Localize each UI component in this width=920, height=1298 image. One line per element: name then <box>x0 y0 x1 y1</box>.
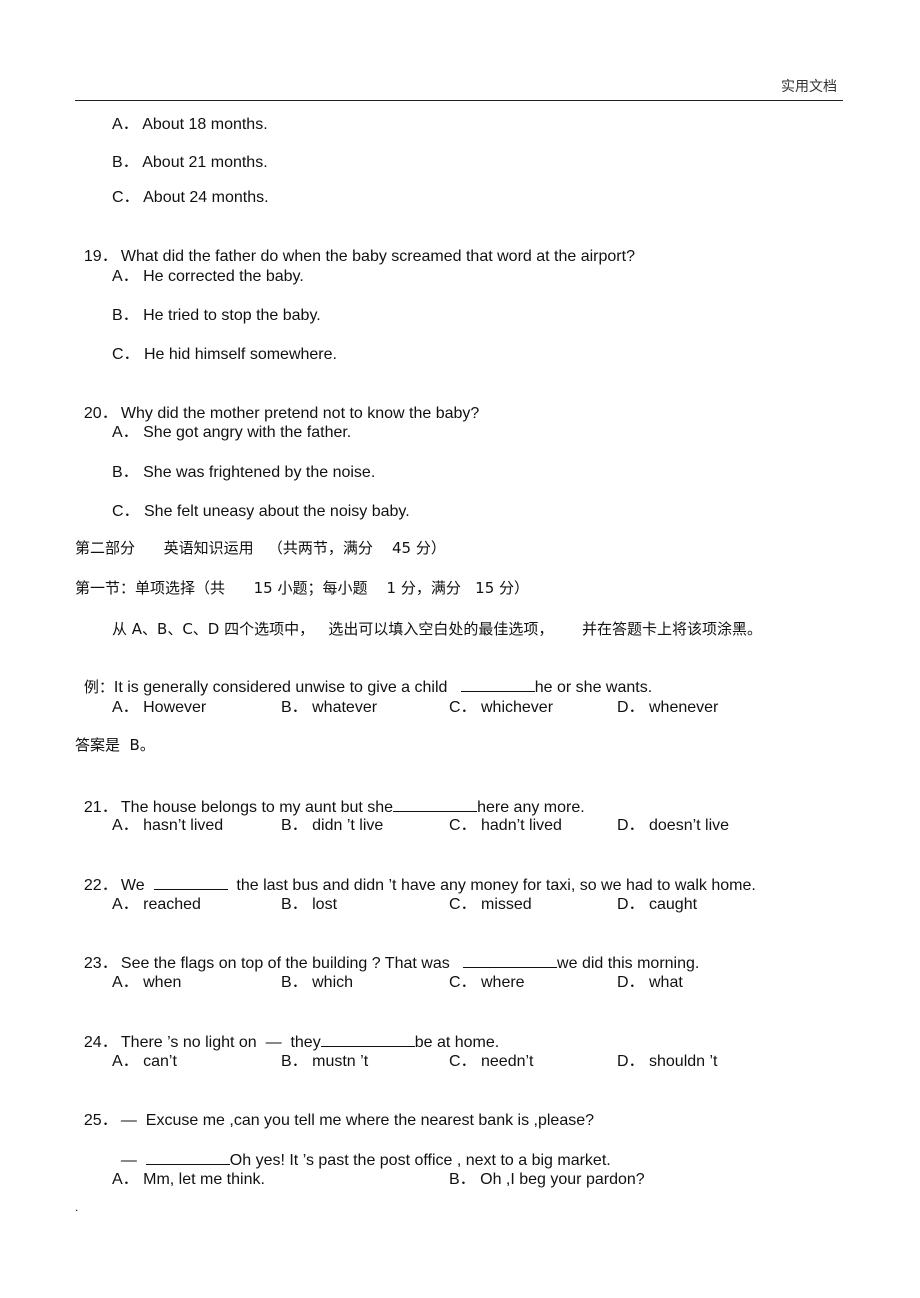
example-option-d: D． whenever <box>617 699 719 716</box>
example-option-b: B． whatever <box>281 699 378 716</box>
q24-option-b: B． mustn ’t <box>281 1053 369 1070</box>
question-text: Why did the mother pretend not to know t… <box>120 405 480 422</box>
q21-option-a: A． hasn’t lived <box>112 817 224 834</box>
response-dash: — <box>120 1152 146 1169</box>
answer-blank <box>393 797 478 812</box>
q20-option-c: C． She felt uneasy about the noisy baby. <box>112 503 410 520</box>
example-before: It is generally considered unwise to giv… <box>113 679 461 696</box>
question-text-before: We <box>120 877 154 894</box>
example-prefix: 例： <box>83 678 114 696</box>
question-text-before: See the flags on top of the building ? T… <box>120 955 464 972</box>
answer-blank <box>320 1032 415 1047</box>
q18-option-b: B． About 21 months. <box>112 154 268 171</box>
question-text: — Excuse me ,can you tell me where the n… <box>120 1112 595 1129</box>
question-19: 19． What did the father do when the baby … <box>75 227 635 267</box>
q23-option-d: D． what <box>617 974 683 991</box>
q23-option-a: A． when <box>112 974 182 991</box>
q22-option-d: D． caught <box>617 896 698 913</box>
question-number: 25． <box>83 1112 118 1129</box>
q25-response: — Oh yes! It ’s past the post office , n… <box>112 1130 611 1171</box>
instruction: 从 A、B、C、D 四个选项中， 选出可以填入空白处的最佳选项， 并在答题卡上将… <box>112 620 763 638</box>
question-23: 23． See the flags on top of the building … <box>75 933 699 974</box>
q19-option-b: B． He tried to stop the baby. <box>112 307 321 324</box>
question-text: What did the father do when the baby scr… <box>120 248 635 265</box>
question-20: 20． Why did the mother pretend not to kno… <box>75 384 479 424</box>
example-question: 例：It is generally considered unwise to g… <box>75 657 652 698</box>
q19-option-a: A． He corrected the baby. <box>112 268 304 285</box>
question-number: 20． <box>83 405 118 422</box>
q25-option-b: B． Oh ,I beg your pardon? <box>449 1171 645 1188</box>
header-divider <box>75 100 843 101</box>
example-option-a: A． However <box>112 699 207 716</box>
header-label: 实用文档 <box>781 79 837 95</box>
answer-blank <box>153 875 228 890</box>
q24-option-a: A． can’t <box>112 1053 177 1070</box>
q18-option-a: A． About 18 months. <box>112 116 268 133</box>
q21-option-b: B． didn ’t live <box>281 817 384 834</box>
answer-blank <box>460 677 535 692</box>
q18-option-c: C． About 24 months. <box>112 189 269 206</box>
q19-option-c: C． He hid himself somewhere. <box>112 346 337 363</box>
question-number: 19． <box>83 248 118 265</box>
q23-option-c: C． where <box>449 974 525 991</box>
question-text-after: be at home. <box>414 1034 500 1051</box>
q24-option-c: C． needn’t <box>449 1053 534 1070</box>
answer-blank <box>463 953 558 968</box>
q22-option-a: A． reached <box>112 896 201 913</box>
answer-blank <box>145 1150 230 1165</box>
q24-option-d: D． shouldn ’t <box>617 1053 718 1070</box>
q20-option-b: B． She was frightened by the noise. <box>112 464 376 481</box>
question-text-after: we did this morning. <box>557 955 700 972</box>
response-text: Oh yes! It ’s past the post office , nex… <box>229 1152 611 1169</box>
example-after: he or she wants. <box>534 679 653 696</box>
q25-option-a: A． Mm, let me think. <box>112 1171 265 1188</box>
q23-option-b: B． which <box>281 974 354 991</box>
question-21: 21． The house belongs to my aunt but she h… <box>75 777 585 818</box>
question-text-before: The house belongs to my aunt but she <box>120 799 394 816</box>
question-number: 23． <box>83 955 118 972</box>
part2-title: 第二部分 英语知识运用 （共两节，满分 45 分） <box>75 539 446 557</box>
question-number: 21． <box>83 799 118 816</box>
question-text-after: the last bus and didn ’t have any money … <box>227 877 756 894</box>
question-22: 22． We the last bus and didn ’t have any … <box>75 855 756 896</box>
q21-option-c: C． hadn’t lived <box>449 817 562 834</box>
q20-option-a: A． She got angry with the father. <box>112 424 352 441</box>
question-number: 22． <box>83 877 118 894</box>
q22-option-b: B． lost <box>281 896 338 913</box>
q22-option-c: C． missed <box>449 896 532 913</box>
question-24: 24． There ’s no light on — they be at home… <box>75 1012 499 1053</box>
example-option-c: C． whichever <box>449 699 554 716</box>
question-25: 25． — Excuse me ,can you tell me where th… <box>75 1091 594 1131</box>
question-text-after: here any more. <box>477 799 585 816</box>
example-answer: 答案是 B。 <box>75 736 155 754</box>
q21-option-d: D． doesn’t live <box>617 817 730 834</box>
question-number: 24． <box>83 1034 118 1051</box>
question-text-before: There ’s no light on — they <box>120 1034 321 1051</box>
footer-mark: . <box>75 1200 79 1214</box>
section1-title: 第一节：单项选择（共 15 小题；每小题 1 分，满分 15 分） <box>75 579 530 597</box>
